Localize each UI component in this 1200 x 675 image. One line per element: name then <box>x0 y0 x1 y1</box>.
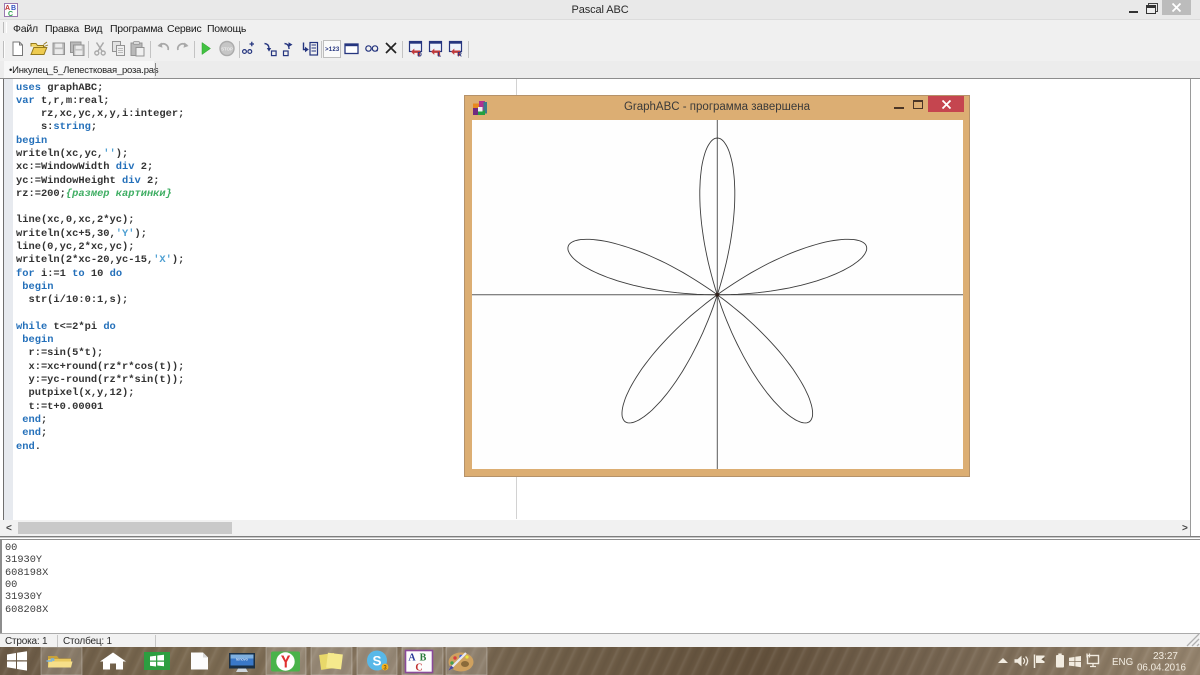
svg-text:C: C <box>415 663 422 674</box>
svg-text:06.04.2016: 06.04.2016 <box>1137 663 1187 674</box>
svg-text:S: S <box>372 653 381 668</box>
svg-text:>123: >123 <box>325 46 340 53</box>
svg-text:STOP: STOP <box>221 46 233 51</box>
svg-text:L: L <box>438 53 442 59</box>
svg-text:lenovo: lenovo <box>236 657 249 662</box>
svg-text:R: R <box>458 53 463 59</box>
svg-text:ENG: ENG <box>1112 657 1133 668</box>
svg-text:23:27: 23:27 <box>1153 651 1178 662</box>
svg-text:C: C <box>8 11 13 17</box>
svg-text:D: D <box>418 53 423 59</box>
